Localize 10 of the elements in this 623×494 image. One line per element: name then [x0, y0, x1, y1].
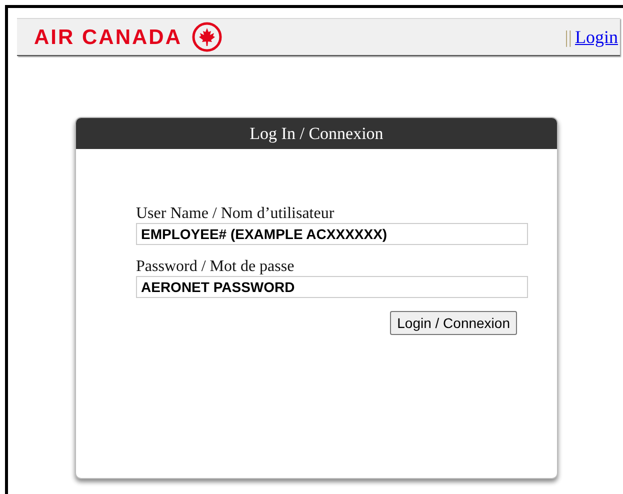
login-button[interactable]: Login / Connexion	[390, 311, 517, 335]
field-label: User Name / Nom d’utilisateur	[136, 205, 336, 223]
logo-text: AIR CANADA	[34, 26, 182, 48]
maple-leaf-roundel-icon	[192, 22, 222, 52]
card-title: Log In / Connexion	[76, 118, 557, 149]
input-field[interactable]: EMPLOYEE# (EXAMPLE ACXXXXXX)	[136, 223, 528, 245]
separator: ||	[564, 26, 572, 49]
input-field[interactable]: AERONET PASSWORD	[136, 276, 528, 298]
login-link[interactable]: Login	[575, 24, 618, 50]
field-label: Password / Mot de passe	[136, 258, 296, 276]
